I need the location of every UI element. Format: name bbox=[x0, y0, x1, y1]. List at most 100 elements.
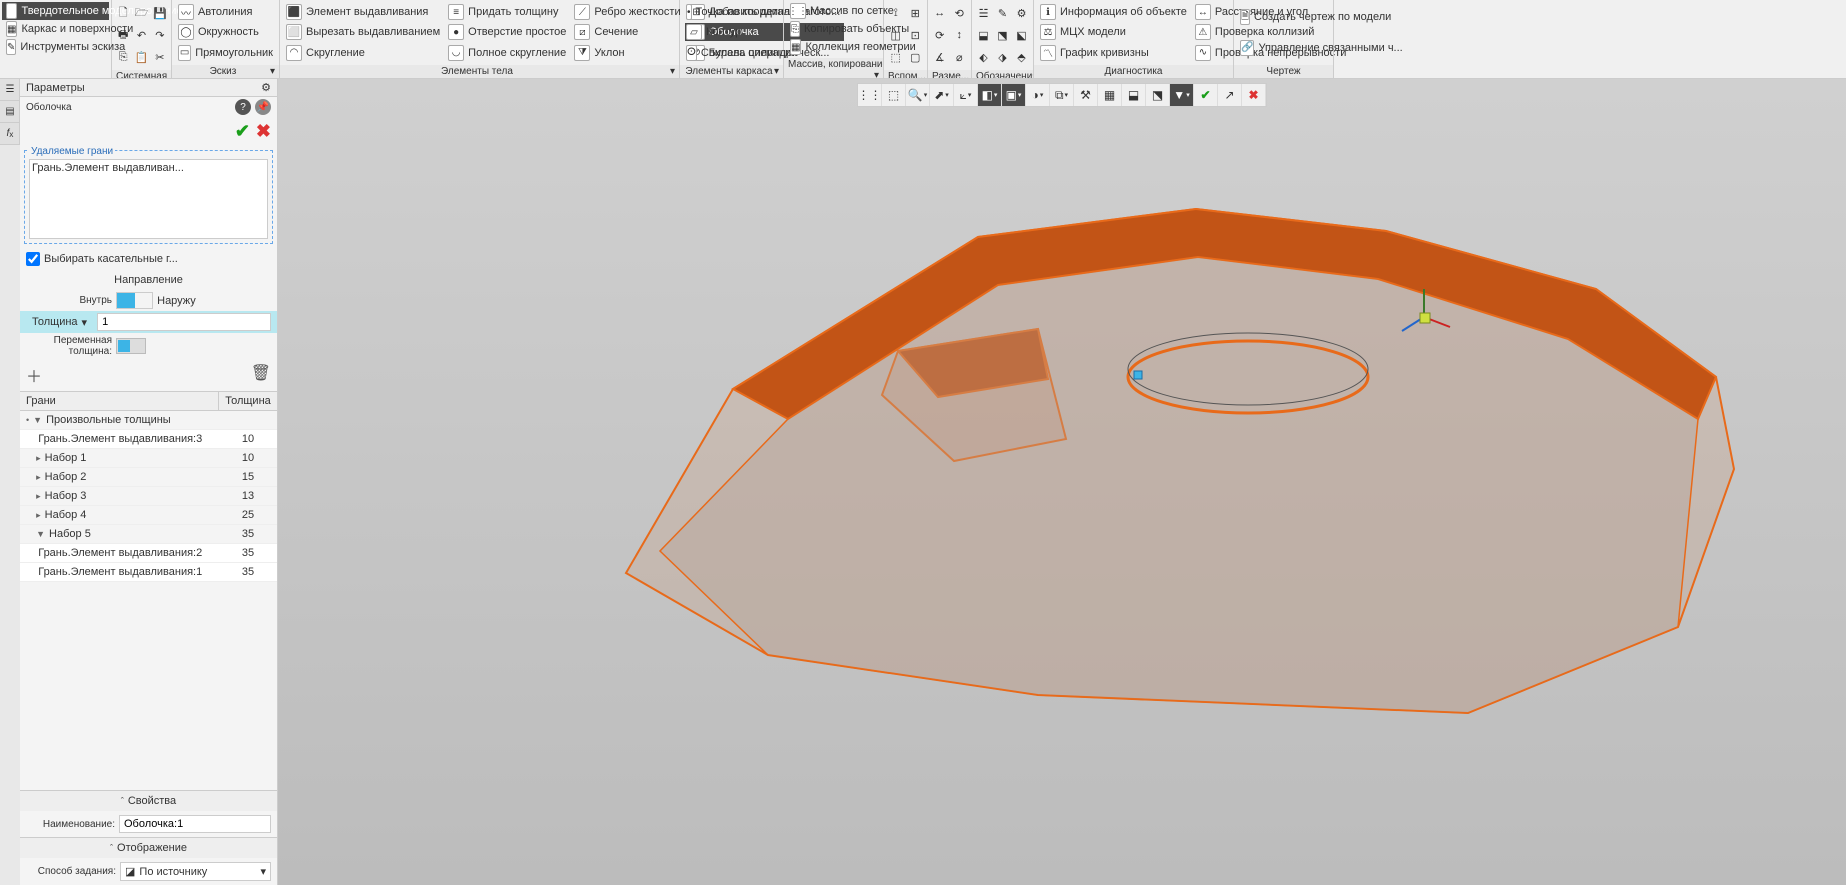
not-icon-5[interactable]: ⬔ bbox=[993, 24, 1012, 46]
print-icon[interactable]: 🖶 bbox=[114, 24, 132, 46]
group-aux: Вспом... bbox=[884, 70, 927, 78]
cmd-circle[interactable]: ◯Окружность bbox=[174, 23, 277, 41]
not-icon-6[interactable]: ⬕ bbox=[1012, 24, 1031, 46]
cmd-fillet[interactable]: ◠Скругление bbox=[282, 44, 444, 62]
select-tangent-checkbox[interactable] bbox=[26, 252, 40, 266]
direction-heading: Направление bbox=[20, 270, 277, 290]
properties-header[interactable]: ˆСвойства bbox=[20, 790, 277, 811]
not-icon-8[interactable]: ⬗ bbox=[993, 46, 1012, 68]
cmd-autoline[interactable]: 〰Автолиния bbox=[174, 3, 277, 21]
not-icon-3[interactable]: ⚙ bbox=[1012, 2, 1031, 24]
col-faces: Грани bbox=[20, 392, 219, 410]
not-icon-2[interactable]: ✎ bbox=[993, 2, 1012, 24]
tab-sketch-tools[interactable]: ✎Инструменты эскиза bbox=[2, 38, 109, 56]
dim-icon-6[interactable]: ⌀ bbox=[950, 46, 970, 68]
cmd-cut-extrude[interactable]: ⬜Вырезать выдавливанием bbox=[282, 23, 444, 41]
not-icon-9[interactable]: ⬘ bbox=[1012, 46, 1031, 68]
thickness-set-row[interactable]: ▸ Набор 313 bbox=[20, 487, 277, 506]
display-header[interactable]: ˆОтображение bbox=[20, 837, 277, 858]
thickness-face-row[interactable]: Грань.Элемент выдавливания:310 bbox=[20, 430, 277, 449]
apply-button[interactable]: ✔ bbox=[235, 121, 250, 142]
left-tab-strip: ☰ ▤ fx bbox=[0, 79, 20, 145]
save-icon[interactable]: 💾 bbox=[151, 2, 169, 24]
cancel-button[interactable]: ✖ bbox=[256, 121, 271, 142]
tab-props-icon[interactable]: ▤ bbox=[0, 101, 20, 123]
thickness-set-row[interactable]: ▸ Набор 110 bbox=[20, 449, 277, 468]
cmd-copy-objects[interactable]: ⎘Копировать объекты bbox=[786, 20, 881, 38]
cmd-thicken[interactable]: ≡Придать толщину bbox=[444, 3, 570, 21]
thickness-dropdown[interactable]: Толщина ▾ bbox=[26, 314, 93, 331]
select-tangent-label: Выбирать касательные г... bbox=[44, 253, 178, 265]
cmd-obj-info[interactable]: ℹИнформация об объекте bbox=[1036, 3, 1191, 21]
direction-in-label: Внутрь bbox=[26, 295, 112, 306]
thickness-set-row[interactable]: ▸ Набор 215 bbox=[20, 468, 277, 487]
thickness-face-row[interactable]: Грань.Элемент выдавливания:135 bbox=[20, 563, 277, 582]
delete-row-button[interactable]: 🗑 bbox=[251, 363, 271, 387]
cmd-contour[interactable]: ▱Контур bbox=[682, 23, 781, 41]
anchor-point[interactable] bbox=[1134, 371, 1142, 379]
cmd-draft[interactable]: ⧩Уклон bbox=[570, 44, 684, 62]
aux-icon-5[interactable]: ⬚ bbox=[886, 46, 906, 68]
thickness-face-row[interactable]: Грань.Элемент выдавливания:235 bbox=[20, 544, 277, 563]
gear-icon[interactable]: ⚙ bbox=[261, 81, 271, 94]
group-diagnostics: Диагностика bbox=[1034, 65, 1233, 78]
pin-icon[interactable]: 📌 bbox=[255, 99, 271, 115]
thickness-group-header[interactable]: •▼ Произвольные толщины bbox=[20, 411, 277, 430]
dim-icon-2[interactable]: ⟲ bbox=[950, 2, 970, 24]
aux-icon-1[interactable]: ⟟ bbox=[886, 2, 906, 24]
cmd-mass-props[interactable]: ⚖МЦХ модели bbox=[1036, 23, 1191, 41]
cmd-curvature-graph[interactable]: 〽График кривизны bbox=[1036, 44, 1191, 62]
not-icon-7[interactable]: ⬖ bbox=[974, 46, 993, 68]
name-label: Наименование: bbox=[26, 819, 115, 830]
cmd-full-fillet[interactable]: ◡Полное скругление bbox=[444, 44, 570, 62]
viewport-3d[interactable]: ⋮⋮ ⬚ 🔍 ⬈ ⟀ ◧ ▣ ◑ ⧉ ⚒ ▦ ⬓ ⬔ ▼ ✔ ↗ ✖ bbox=[278, 79, 1846, 885]
redo-icon[interactable]: ↷ bbox=[151, 24, 169, 46]
help-icon[interactable]: ? bbox=[235, 99, 251, 115]
cut-icon[interactable]: ✂ bbox=[151, 46, 169, 68]
cmd-geom-collection[interactable]: ▦Коллекция геометрии bbox=[786, 38, 881, 56]
thickness-input[interactable] bbox=[97, 313, 271, 331]
add-row-button[interactable]: ＋ bbox=[26, 363, 42, 387]
method-combo[interactable]: ◪По источнику▾ bbox=[120, 862, 271, 881]
aux-icon-6[interactable]: ▢ bbox=[906, 46, 926, 68]
group-drawing: Чертеж bbox=[1234, 65, 1333, 78]
tab-solid-modeling[interactable]: ▢Твердотельное моделирование bbox=[2, 2, 109, 20]
direction-toggle[interactable] bbox=[116, 292, 153, 309]
cmd-point-coord[interactable]: •Точка по координатам bbox=[682, 3, 781, 21]
removed-faces-list[interactable]: Грань.Элемент выдавливан... bbox=[29, 159, 268, 239]
undo-icon[interactable]: ↶ bbox=[132, 24, 150, 46]
cmd-create-drawing[interactable]: 🗎Создать чертеж по модели bbox=[1236, 8, 1331, 26]
dim-icon-5[interactable]: ∡ bbox=[930, 46, 950, 68]
dim-icon-3[interactable]: ⟳ bbox=[930, 24, 950, 46]
aux-icon-2[interactable]: ⊞ bbox=[906, 2, 926, 24]
name-input[interactable] bbox=[119, 815, 271, 833]
var-thickness-switch[interactable] bbox=[116, 338, 146, 354]
cmd-extrude[interactable]: ⬛Элемент выдавливания bbox=[282, 3, 444, 21]
open-icon[interactable]: 🗁 bbox=[132, 2, 150, 24]
cmd-manage-linked[interactable]: 🔗Управление связанными ч... bbox=[1236, 39, 1331, 57]
cmd-hole-simple[interactable]: ●Отверстие простое bbox=[444, 23, 570, 41]
aux-icon-3[interactable]: ◫ bbox=[886, 24, 906, 46]
cmd-rectangle[interactable]: ▭Прямоугольник bbox=[174, 44, 277, 62]
dim-icon-1[interactable]: ↔ bbox=[930, 2, 950, 24]
thickness-set-row[interactable]: ▼ Набор 535 bbox=[20, 525, 277, 544]
group-sketch: Эскиз ▾ bbox=[172, 65, 279, 78]
copy-icon[interactable]: ⎘ bbox=[114, 46, 132, 68]
cmd-pattern-grid[interactable]: ⋮⋮Массив по сетке bbox=[786, 2, 881, 20]
cmd-section[interactable]: ⧄Сечение bbox=[570, 23, 684, 41]
not-icon-4[interactable]: ⬓ bbox=[974, 24, 993, 46]
cmd-rib[interactable]: ⟋Ребро жесткости bbox=[570, 3, 684, 21]
new-icon[interactable]: 🗋 bbox=[114, 2, 132, 24]
cmd-helix[interactable]: ⵙСпираль цилиндрическ... bbox=[682, 44, 781, 62]
removed-face-item[interactable]: Грань.Элемент выдавливан... bbox=[32, 162, 265, 174]
dim-icon-4[interactable]: ↕ bbox=[950, 24, 970, 46]
tab-fx-icon[interactable]: fx bbox=[0, 123, 20, 145]
tab-frame-surfaces[interactable]: ▦Каркас и поверхности bbox=[2, 20, 109, 38]
removed-faces-fieldset: Удаляемые грани Грань.Элемент выдавливан… bbox=[24, 150, 273, 244]
thickness-set-row[interactable]: ▸ Набор 425 bbox=[20, 506, 277, 525]
aux-icon-4[interactable]: ⊡ bbox=[906, 24, 926, 46]
tab-tree-icon[interactable]: ☰ bbox=[0, 79, 20, 101]
paste-icon[interactable]: 📋 bbox=[132, 46, 150, 68]
var-thickness-label: Переменная толщина: bbox=[26, 335, 112, 357]
not-icon-1[interactable]: ☱ bbox=[974, 2, 993, 24]
